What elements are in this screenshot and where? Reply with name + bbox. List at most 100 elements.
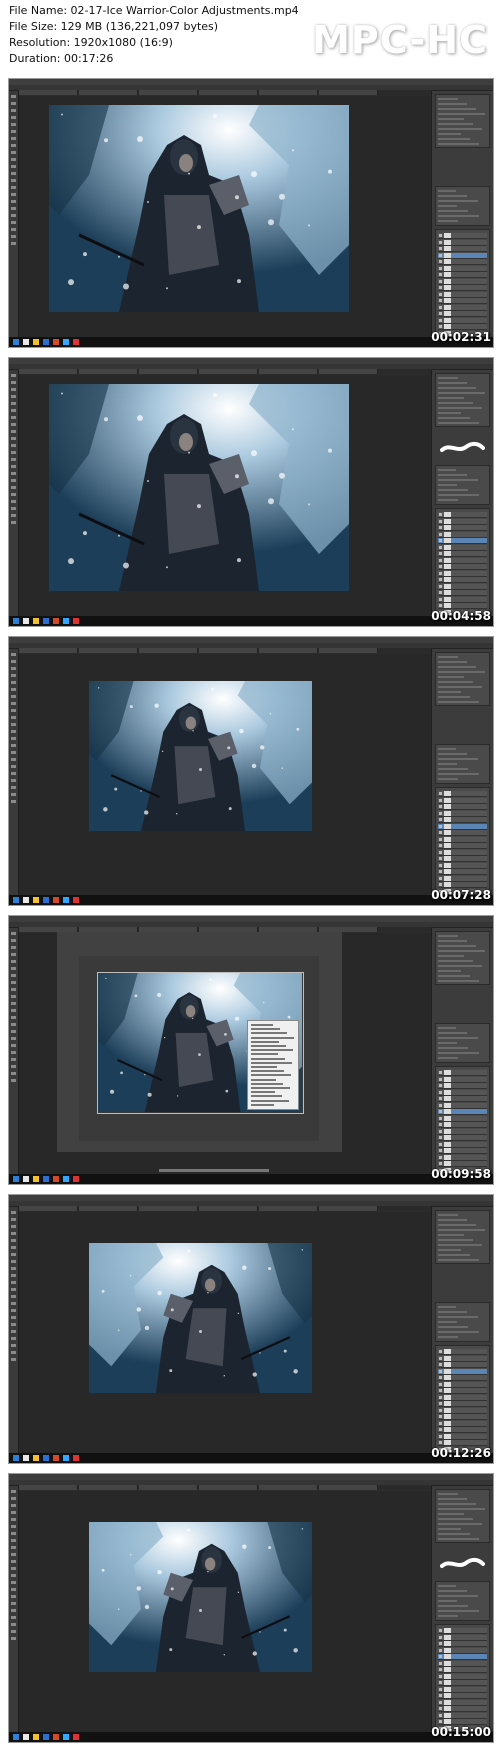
- panel-control[interactable]: [438, 397, 464, 399]
- panel-control[interactable]: [438, 469, 456, 471]
- layer-row[interactable]: [438, 1122, 487, 1128]
- context-menu-item[interactable]: [251, 1057, 285, 1060]
- layer-row[interactable]: [438, 1388, 487, 1394]
- tool-icon[interactable]: [11, 507, 16, 510]
- visibility-eye-icon[interactable]: [439, 1123, 442, 1126]
- panel-control[interactable]: [438, 686, 482, 688]
- tool-icon[interactable]: [11, 479, 16, 482]
- layer-row[interactable]: [438, 804, 487, 810]
- panel-control[interactable]: [438, 935, 458, 937]
- context-menu-item[interactable]: [251, 1028, 280, 1031]
- layer-row[interactable]: [438, 1355, 487, 1362]
- tool-icon[interactable]: [11, 1295, 16, 1298]
- visibility-eye-icon[interactable]: [439, 584, 442, 588]
- tool-icon[interactable]: [11, 123, 16, 126]
- layer-row[interactable]: [438, 1660, 487, 1667]
- photoshop-icon[interactable]: [63, 1734, 69, 1740]
- visibility-eye-icon[interactable]: [439, 526, 442, 529]
- visibility-eye-icon[interactable]: [439, 818, 442, 821]
- tool-icon[interactable]: [11, 723, 16, 726]
- panel-control[interactable]: [438, 1249, 461, 1251]
- layer-row[interactable]: [438, 1420, 487, 1427]
- layer-row[interactable]: [438, 843, 487, 849]
- tool-icon[interactable]: [11, 1490, 16, 1493]
- document-tab[interactable]: [319, 369, 378, 374]
- layer-row[interactable]: [438, 817, 487, 823]
- tool-icon[interactable]: [11, 709, 16, 712]
- panel-control[interactable]: [438, 1259, 479, 1261]
- layer-row[interactable]: [438, 544, 487, 551]
- tool-icon[interactable]: [11, 1260, 16, 1263]
- tool-icon[interactable]: [11, 953, 16, 956]
- layer-row[interactable]: [438, 1141, 487, 1148]
- visibility-eye-icon[interactable]: [439, 1642, 442, 1645]
- tool-icon[interactable]: [11, 939, 16, 942]
- tool-icon[interactable]: [11, 1044, 16, 1047]
- visibility-eye-icon[interactable]: [439, 325, 442, 328]
- tool-icon[interactable]: [11, 967, 16, 970]
- document-tab[interactable]: [139, 1206, 198, 1211]
- panel-control[interactable]: [438, 133, 461, 135]
- folder-icon[interactable]: [33, 618, 39, 624]
- panel-control[interactable]: [438, 676, 464, 678]
- tool-icon[interactable]: [11, 793, 16, 796]
- layer-row[interactable]: [438, 791, 487, 797]
- panel-control[interactable]: [438, 975, 470, 977]
- panel-control[interactable]: [438, 1336, 458, 1338]
- panel-control[interactable]: [438, 666, 476, 668]
- tool-icon[interactable]: [11, 1588, 16, 1591]
- layer-row[interactable]: [438, 1128, 487, 1135]
- windows-start-icon[interactable]: [13, 1734, 19, 1740]
- context-menu-item[interactable]: [251, 1061, 292, 1064]
- layer-row[interactable]: [438, 1433, 487, 1440]
- tool-icon[interactable]: [11, 242, 16, 245]
- visibility-eye-icon[interactable]: [439, 1142, 442, 1146]
- tool-icon[interactable]: [11, 395, 16, 398]
- tool-icon[interactable]: [11, 402, 16, 405]
- tool-icon[interactable]: [11, 1253, 16, 1256]
- layer-row[interactable]: [438, 1349, 487, 1355]
- recorder-icon[interactable]: [73, 1734, 79, 1740]
- context-menu-item[interactable]: [251, 1099, 289, 1102]
- layer-row[interactable]: [438, 265, 487, 272]
- layer-row[interactable]: [438, 577, 487, 583]
- panel-control[interactable]: [438, 128, 482, 130]
- panel-control[interactable]: [438, 382, 467, 384]
- visibility-eye-icon[interactable]: [439, 1700, 442, 1704]
- layer-row[interactable]: [438, 311, 487, 317]
- context-menu-item[interactable]: [251, 1053, 278, 1056]
- visibility-eye-icon[interactable]: [439, 1376, 442, 1379]
- visibility-eye-icon[interactable]: [439, 1395, 442, 1399]
- tool-icon[interactable]: [11, 228, 16, 231]
- panel-control[interactable]: [438, 955, 464, 957]
- recorder-icon[interactable]: [73, 1455, 79, 1461]
- tool-icon[interactable]: [11, 1567, 16, 1570]
- tool-icon[interactable]: [11, 465, 16, 468]
- layer-row[interactable]: [438, 1375, 487, 1381]
- document-tab[interactable]: [259, 648, 318, 653]
- visibility-eye-icon[interactable]: [439, 876, 442, 880]
- tool-icon[interactable]: [11, 444, 16, 447]
- layer-row[interactable]: [438, 1401, 487, 1407]
- tool-icon[interactable]: [11, 416, 16, 419]
- visibility-eye-icon[interactable]: [439, 1116, 442, 1120]
- tool-icon[interactable]: [11, 653, 16, 656]
- panel-control[interactable]: [438, 402, 473, 404]
- tool-icon[interactable]: [11, 1518, 16, 1521]
- visibility-eye-icon[interactable]: [439, 1720, 442, 1723]
- panel-control[interactable]: [438, 494, 479, 496]
- layer-row[interactable]: [438, 1368, 487, 1375]
- layer-row[interactable]: [438, 1083, 487, 1089]
- photoshop-icon[interactable]: [63, 339, 69, 345]
- panel-control[interactable]: [438, 479, 478, 481]
- document-tab[interactable]: [319, 90, 378, 95]
- layer-row[interactable]: [438, 1115, 487, 1122]
- tool-icon[interactable]: [11, 1239, 16, 1242]
- layer-row[interactable]: [438, 1148, 487, 1154]
- ice-warrior-image[interactable]: [49, 384, 349, 591]
- context-menu-item[interactable]: [251, 1074, 291, 1077]
- context-menu-item[interactable]: [251, 1091, 275, 1094]
- layer-row[interactable]: [438, 531, 487, 538]
- document-tab[interactable]: [259, 90, 318, 95]
- tool-icon[interactable]: [11, 1581, 16, 1584]
